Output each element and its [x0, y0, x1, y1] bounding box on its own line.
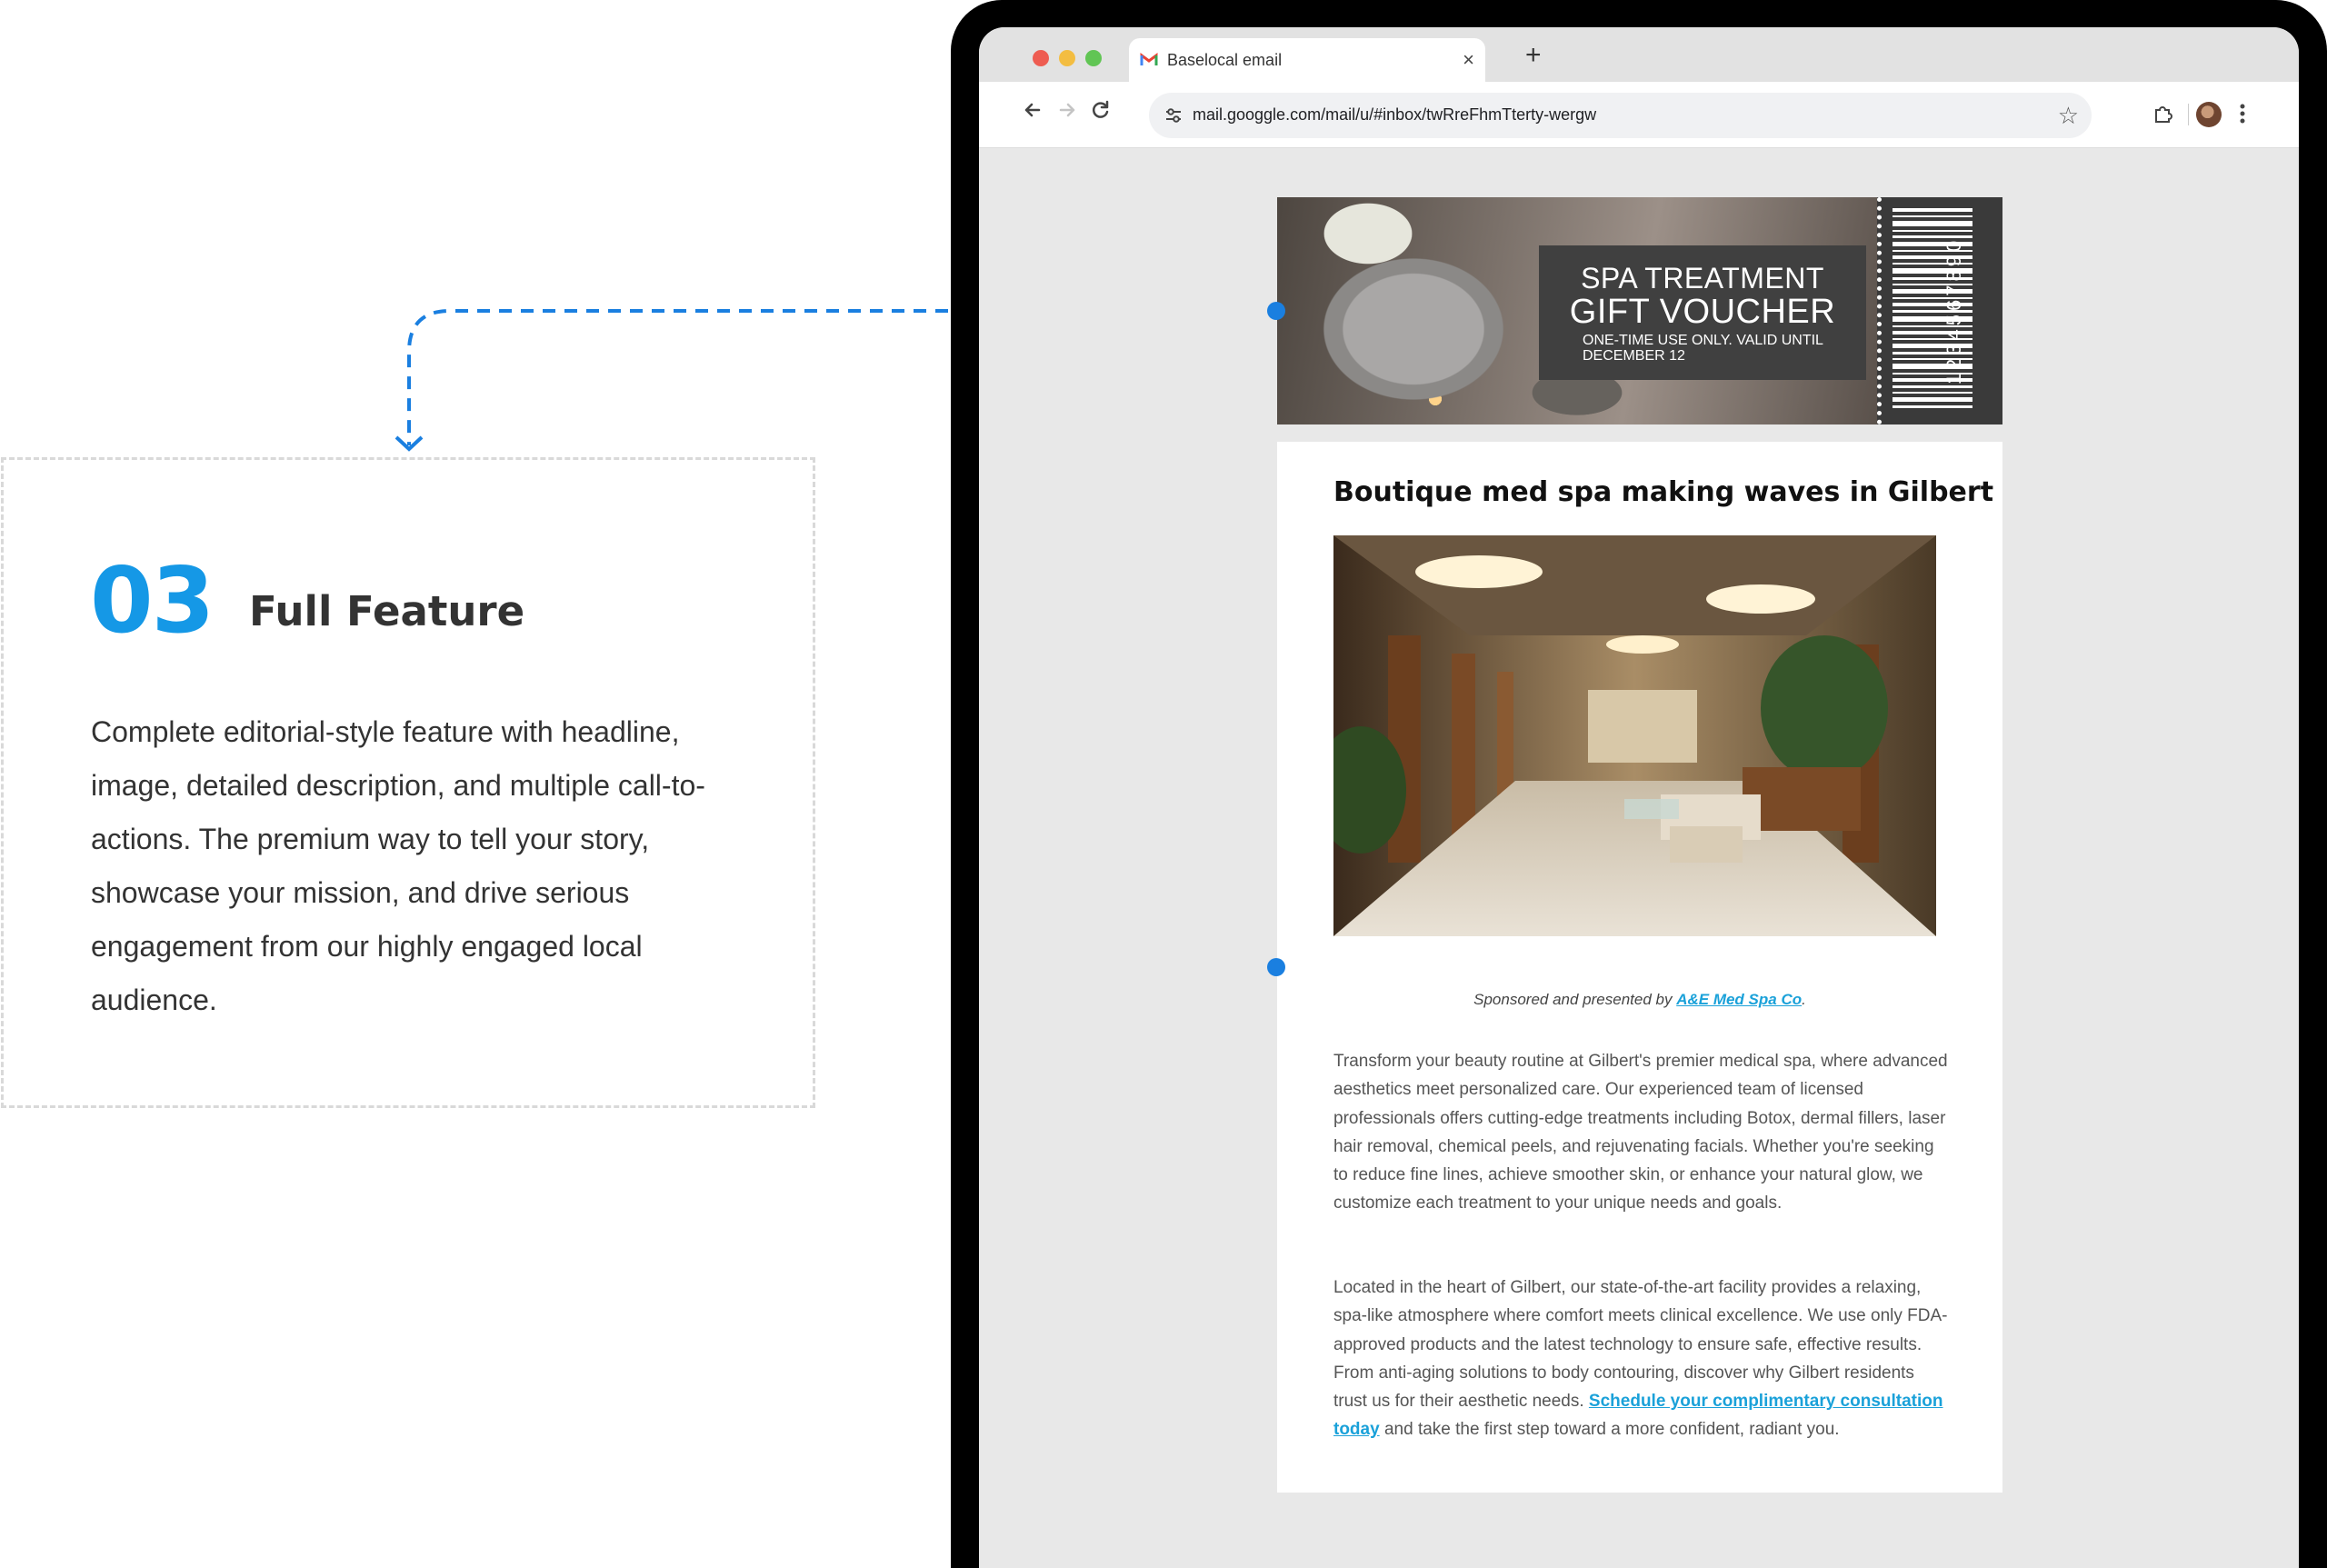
forward-arrow-icon[interactable]	[1054, 96, 1081, 124]
bookmark-star-icon[interactable]: ☆	[2058, 102, 2079, 130]
gift-voucher-banner[interactable]: SPA TREATMENT GIFT VOUCHER ONE-TIME USE …	[1277, 197, 2002, 424]
minimize-window-button[interactable]	[1059, 50, 1075, 66]
email-feature-card: Boutique med spa making waves in Gilbert	[1277, 442, 2002, 1493]
close-tab-icon[interactable]: ×	[1463, 48, 1474, 72]
body-paragraph-1: Transform your beauty routine at Gilbert…	[1333, 1052, 1948, 1213]
maximize-window-button[interactable]	[1085, 50, 1102, 66]
reload-icon[interactable]	[1087, 96, 1114, 124]
feature-number: 03	[90, 547, 215, 654]
tab-bar: Baselocal email × +	[979, 27, 2299, 82]
site-settings-icon[interactable]	[1164, 105, 1183, 125]
sponsor-suffix: .	[1802, 991, 1806, 1008]
barcode-number: 1234567890	[1942, 236, 1965, 385]
new-tab-plus-icon[interactable]: +	[1525, 42, 1542, 69]
laptop-frame: Baselocal email × + mail.googgle.com/mai…	[951, 0, 2327, 1568]
more-options-icon[interactable]	[2239, 100, 2246, 127]
back-arrow-icon[interactable]	[1019, 96, 1046, 124]
voucher-line2: GIFT VOUCHER	[1569, 293, 1836, 331]
spa-lobby-photo	[1333, 535, 1936, 936]
tab-title: Baselocal email	[1167, 51, 1283, 69]
profile-avatar[interactable]	[2196, 102, 2222, 127]
barcode-strip: 1234567890	[1877, 197, 2002, 424]
browser-window: Baselocal email × + mail.googgle.com/mai…	[979, 27, 2299, 1568]
feature-card: 03 Full Feature Complete editorial-style…	[1, 457, 815, 1108]
lobby-illustration	[1333, 535, 1936, 936]
tab-baselocal-email[interactable]: Baselocal email ×	[1129, 38, 1485, 82]
voucher-terms: ONE-TIME USE ONLY. VALID UNTIL DECEMBER …	[1583, 333, 1823, 364]
close-window-button[interactable]	[1033, 50, 1049, 66]
extensions-puzzle-icon[interactable]	[2152, 102, 2175, 125]
feature-description: Complete editorial-style feature with he…	[91, 715, 705, 1016]
sponsor-link[interactable]: A&E Med Spa Co	[1676, 991, 1802, 1008]
connector-arrowhead	[394, 435, 424, 452]
feature-title: Full Feature	[249, 587, 525, 635]
sponsor-prefix: Sponsored and presented by	[1473, 991, 1677, 1008]
gmail-icon	[1140, 53, 1158, 65]
email-headline: Boutique med spa making waves in Gilbert	[1333, 476, 1994, 508]
body-paragraph-2: Located in the heart of Gilbert, our sta…	[1333, 1273, 1952, 1444]
paragraph2-end: and take the first step toward a more co…	[1379, 1420, 1840, 1440]
browser-toolbar: mail.googgle.com/mail/u/#inbox/twRreFhmT…	[979, 82, 2299, 148]
url-text[interactable]: mail.googgle.com/mail/u/#inbox/twRreFhmT…	[1193, 105, 1596, 125]
voucher-text-box: SPA TREATMENT GIFT VOUCHER ONE-TIME USE …	[1539, 245, 1866, 380]
voucher-line1: SPA TREATMENT	[1581, 262, 1824, 295]
sponsor-line: Sponsored and presented by A&E Med Spa C…	[1277, 991, 2002, 1009]
address-bar[interactable]: mail.googgle.com/mail/u/#inbox/twRreFhmT…	[1149, 93, 2092, 138]
toolbar-divider	[2188, 104, 2189, 125]
